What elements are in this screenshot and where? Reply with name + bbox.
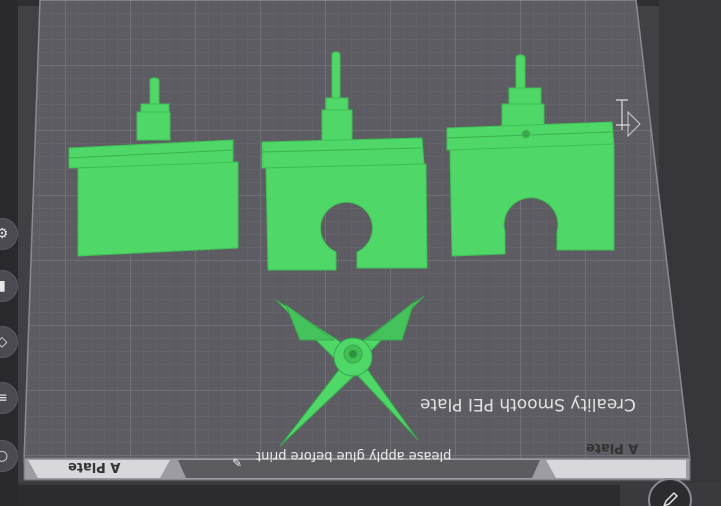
left-toolbar bbox=[0, 0, 18, 506]
plate-brand-text: Creality Smooth PEI Plate bbox=[420, 394, 636, 414]
plate-glue-note: please apply glue before print bbox=[256, 448, 452, 463]
3d-viewport[interactable]: Creality Smooth PEI Plate please apply g… bbox=[0, 0, 721, 506]
build-plate[interactable] bbox=[0, 0, 721, 506]
plate-tab-right-label: A Plate bbox=[586, 440, 639, 455]
plate-tab-left-label: A Plate bbox=[68, 459, 121, 474]
plate-tab-right bbox=[546, 460, 686, 478]
glue-note-icon: ✎ bbox=[232, 456, 243, 470]
